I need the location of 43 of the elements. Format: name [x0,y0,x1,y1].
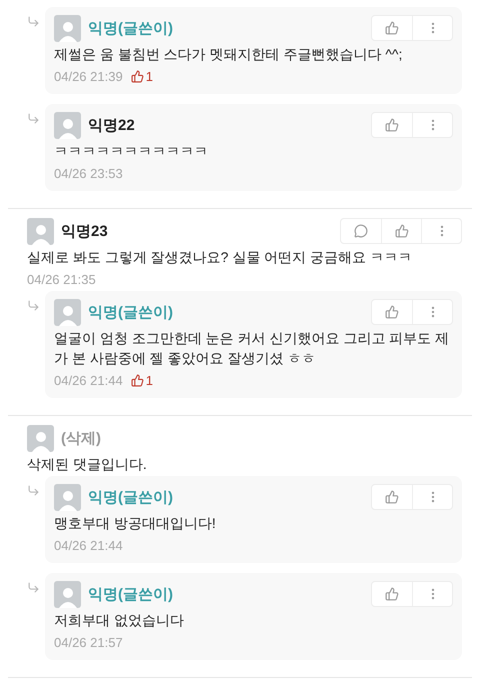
comment-text: ㅋㅋㅋㅋㅋㅋㅋㅋㅋㅋㅋ [54,142,209,161]
thumbs-up-icon [385,118,399,132]
comment-time: 04/26 21:35 [27,272,96,286]
comment-text: 삭제된 댓글입니다. [27,455,148,474]
comment-text: 얼굴이 엄청 조그만한데 눈은 커서 신기했어요 그리고 피부도 제가 본 사람중에 젤 좋았어요 잘생기셨 ㅎㅎ [54,329,450,368]
thumbs-up-icon [385,490,399,504]
comment-text: 제썰은 움 불침번 스다가 멧돼지한테 주글뻔했습니다 ^^; [54,45,404,64]
author-name: (삭제) [61,428,101,448]
thumbs-up-icon [130,374,144,386]
like-count: 1 [146,372,153,388]
reply-arrow-icon [27,484,40,497]
avatar-icon [54,112,81,138]
avatar-icon [54,580,81,608]
author-name: 익명(글쓴이) [88,488,173,506]
comment-text: 실제로 봐도 그렇게 잘생겼나요? 실물 어떤지 궁금해요 ㅋㅋㅋ [27,248,414,267]
avatar-icon [54,484,81,510]
comment-time: 04/26 21:39 [54,68,123,84]
author-name: 익명(글쓴이) [88,302,173,322]
avatar-icon [54,14,81,42]
comment-time: 04/26 21:57 [54,634,123,650]
author-name: 익명22 [88,116,135,134]
author-name: 익명23 [61,222,108,240]
reply-arrow-icon [27,299,40,312]
comment-time: 04/26 21:44 [54,538,123,552]
comment-text: 맹호부대 방공대대입니다! [54,514,217,533]
like-count: 1 [146,68,153,84]
comment-time: 04/26 23:53 [54,166,123,180]
thumbs-up-icon [385,21,399,35]
author-name: 익명(글쓴이) [88,18,173,38]
thumbs-up-icon [130,70,144,82]
comment-time: 04/26 21:44 [54,372,123,388]
thumbs-up-icon [385,305,399,319]
thumbs-up-icon [385,587,399,601]
reply-arrow-icon [27,15,40,28]
reply-arrow-icon [27,112,40,125]
avatar-icon [27,424,54,452]
avatar-icon [54,298,81,326]
comment-text: 저희부대 없었습니다 [54,611,185,630]
reply-arrow-icon [27,581,40,594]
avatar-icon [27,218,54,244]
speech-bubble-icon [354,224,368,238]
author-name: 익명(글쓴이) [88,584,173,604]
thumbs-up-icon [394,224,408,238]
